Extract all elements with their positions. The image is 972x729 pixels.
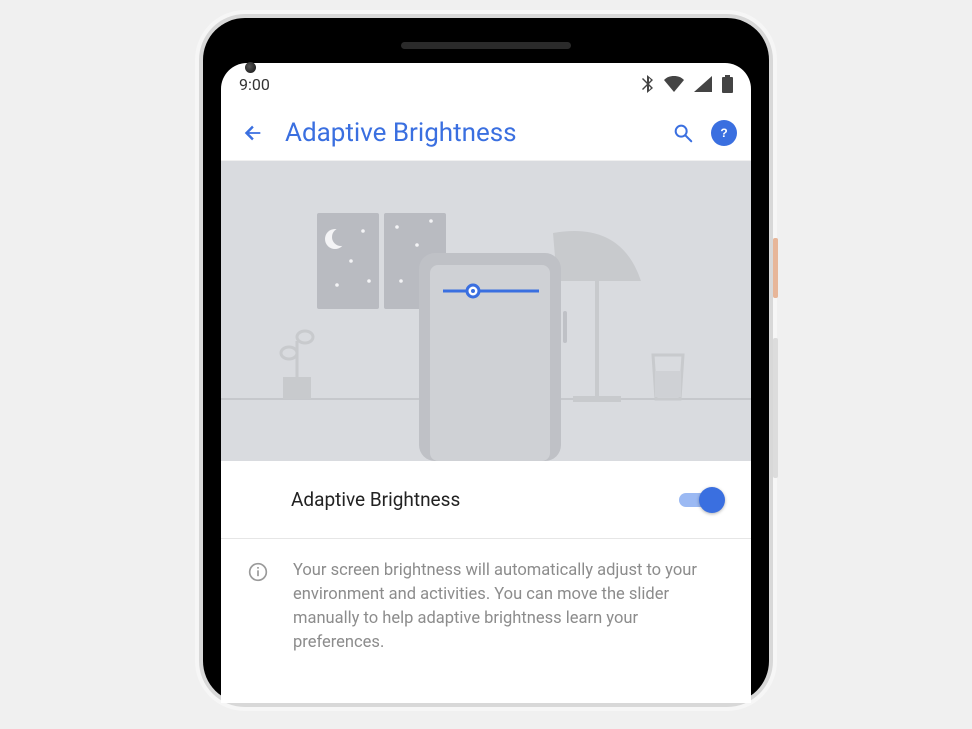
app-bar: Adaptive Brightness ? <box>221 105 751 161</box>
phone-volume-button <box>773 338 778 478</box>
battery-icon <box>722 75 733 93</box>
help-button[interactable]: ? <box>711 120 737 146</box>
adaptive-brightness-toggle[interactable] <box>679 487 725 513</box>
status-bar: 9:00 <box>221 63 751 105</box>
status-time: 9:00 <box>239 75 270 94</box>
phone-frame: 9:00 Adaptive Brightness <box>203 18 769 703</box>
illustration <box>221 161 751 461</box>
svg-text:?: ? <box>720 126 727 140</box>
description-row: Your screen brightness will automaticall… <box>221 539 751 675</box>
adaptive-brightness-label: Adaptive Brightness <box>291 488 679 511</box>
phone-screen: 9:00 Adaptive Brightness <box>221 63 751 703</box>
phone-speaker <box>401 42 571 49</box>
cellular-icon <box>694 76 712 92</box>
phone-front-camera <box>245 62 256 73</box>
wifi-icon <box>664 76 684 92</box>
description-text: Your screen brightness will automaticall… <box>293 559 725 655</box>
search-button[interactable] <box>665 115 701 151</box>
back-button[interactable] <box>235 115 271 151</box>
page-title: Adaptive Brightness <box>285 118 665 148</box>
phone-power-button <box>773 238 778 298</box>
bluetooth-icon <box>642 75 654 93</box>
adaptive-brightness-row: Adaptive Brightness <box>221 461 751 539</box>
info-icon <box>247 561 269 583</box>
